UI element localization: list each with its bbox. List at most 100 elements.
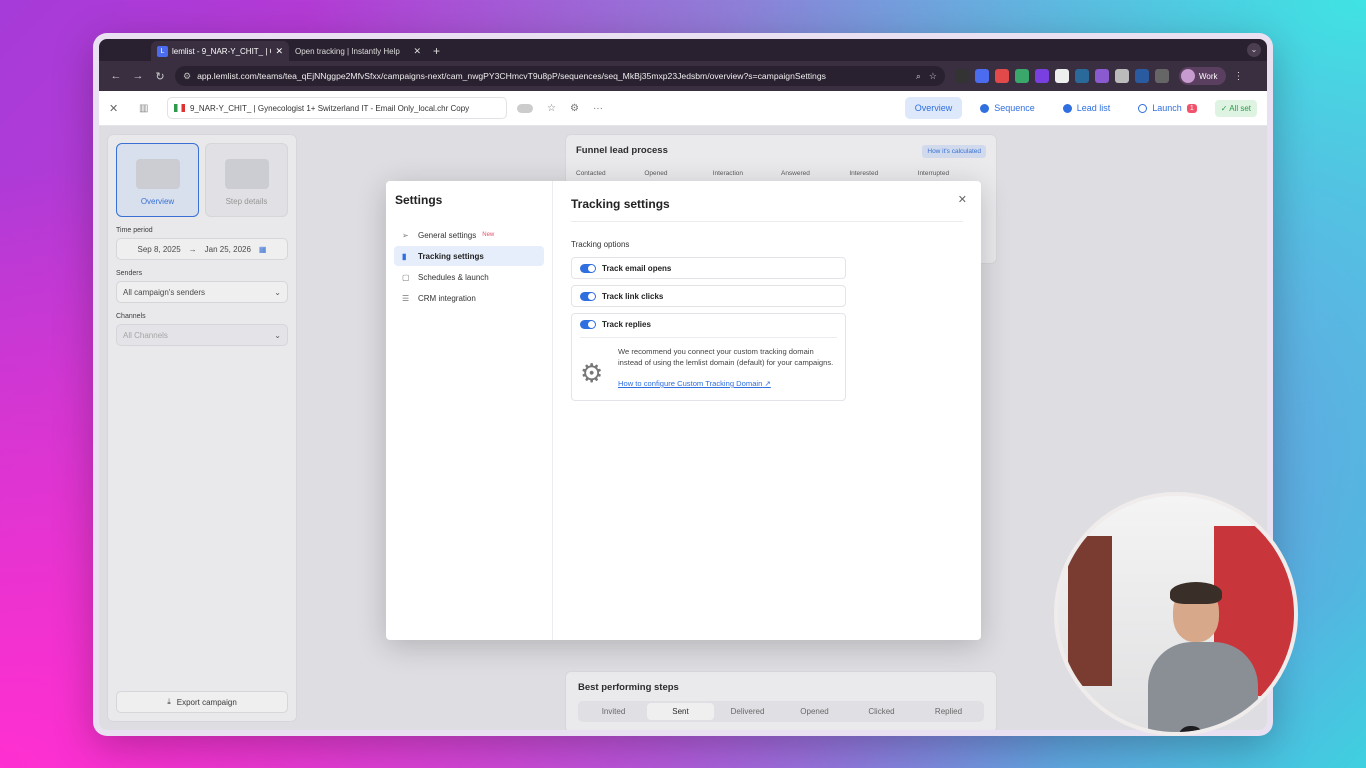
extension-circle-icon[interactable] — [1035, 69, 1049, 83]
recommendation: ⚙ We recommend you connect your custom t… — [580, 346, 837, 390]
nav-general-settings[interactable]: ➢ General settings New — [394, 225, 544, 245]
tab-launch[interactable]: Launch 1 — [1128, 97, 1206, 119]
settings-title: Settings — [395, 193, 443, 207]
avatar — [1181, 69, 1195, 83]
extension-new-icon[interactable] — [1015, 69, 1029, 83]
status-badge[interactable]: ✓ All set — [1214, 99, 1257, 117]
campaign-name: 9_NAR-Y_CHIT_ | Gynecologist 1+ Switzerl… — [190, 103, 470, 113]
close-icon[interactable]: ✕ — [109, 102, 129, 115]
campaign-nav: Overview Sequence Lead list Launch 1 ✓ A… — [904, 97, 1257, 119]
extension-a-icon[interactable] — [1075, 69, 1089, 83]
profile-label: Work — [1199, 71, 1218, 81]
back-arrow-icon[interactable]: ← — [105, 70, 127, 82]
tracking-settings-pane: Tracking settings ✕ Tracking options Tra… — [553, 181, 981, 640]
gear-icon[interactable]: ⚙ — [570, 103, 579, 114]
nav-label: CRM integration — [418, 293, 476, 303]
extension-pen-icon[interactable] — [955, 69, 969, 83]
track-replies-box: Track replies ⚙ We recommend you connect… — [571, 313, 846, 401]
track-link-clicks-row: Track link clicks — [571, 285, 846, 307]
nav-label: Tracking settings — [418, 251, 484, 261]
close-tab-icon[interactable]: ✕ — [275, 46, 283, 57]
star-icon[interactable]: ☆ — [547, 103, 556, 114]
new-tab-icon[interactable]: + — [433, 44, 440, 58]
tab-lead-list-label: Lead list — [1076, 103, 1111, 113]
browser-tab-instantly[interactable]: Open tracking | Instantly Help ✕ — [289, 41, 427, 61]
tab-sequence[interactable]: Sequence — [970, 97, 1045, 119]
campaign-name-field[interactable]: 9_NAR-Y_CHIT_ | Gynecologist 1+ Switzerl… — [167, 97, 507, 119]
url-text: app.lemlist.com/teams/tea_qEjNNggpe2MfvS… — [197, 71, 826, 81]
launch-count-badge: 1 — [1186, 103, 1197, 113]
extension-check-icon[interactable] — [1055, 69, 1069, 83]
campaign-toggle[interactable] — [517, 103, 533, 113]
nav-label: Schedules & launch — [418, 272, 489, 282]
recommendation-text: We recommend you connect your custom tra… — [618, 347, 834, 367]
link-label: How to configure Custom Tracking Domain — [618, 379, 763, 388]
webcam-overlay — [1054, 492, 1298, 736]
bookmark-star-icon[interactable]: ☆ — [929, 71, 937, 82]
extensions-area — [955, 69, 1169, 83]
webcam-person — [1148, 582, 1258, 732]
extension-lemlist-icon[interactable] — [975, 69, 989, 83]
tab-sequence-label: Sequence — [994, 103, 1035, 113]
italy-flag-icon — [174, 104, 185, 112]
database-icon: ☰ — [402, 293, 410, 303]
profile-button[interactable]: Work — [1179, 67, 1226, 85]
sidebar-toggle-icon[interactable]: ▥ — [139, 103, 159, 114]
check-circle-icon — [1062, 103, 1072, 113]
zoom-icon[interactable]: ⌕ — [916, 71, 921, 82]
option-label: Track replies — [602, 320, 651, 329]
track-email-opens-toggle[interactable] — [580, 263, 596, 273]
track-replies-toggle[interactable] — [580, 320, 596, 329]
track-link-clicks-toggle[interactable] — [580, 291, 596, 301]
external-link-icon: ↗ — [764, 379, 771, 388]
custom-domain-help-link[interactable]: How to configure Custom Tracking Domain … — [618, 378, 837, 389]
bar-chart-icon: ▮ — [402, 251, 407, 261]
track-email-opens-row: Track email opens — [571, 257, 846, 279]
tab-title: lemlist - 9_NAR-Y_CHIT_ | G — [172, 46, 272, 56]
send-icon: ➢ — [402, 230, 409, 240]
recommendation-body: We recommend you connect your custom tra… — [618, 346, 837, 390]
browser-tab-lemlist[interactable]: L lemlist - 9_NAR-Y_CHIT_ | G ✕ — [151, 41, 289, 61]
tab-strip: L lemlist - 9_NAR-Y_CHIT_ | G ✕ Open tra… — [99, 39, 1267, 61]
tracking-options-label: Tracking options — [571, 240, 630, 249]
lemlist-favicon-icon: L — [157, 45, 168, 57]
nav-schedules-launch[interactable]: ▢ Schedules & launch — [394, 267, 544, 287]
option-label: Track email opens — [602, 263, 672, 273]
calendar-icon: ▢ — [402, 272, 410, 282]
close-modal-icon[interactable]: ✕ — [958, 193, 967, 206]
more-icon[interactable]: ··· — [593, 103, 603, 114]
url-field[interactable]: ⚙ app.lemlist.com/teams/tea_qEjNNggpe2Mf… — [175, 66, 945, 86]
forward-arrow-icon[interactable]: → — [127, 70, 149, 82]
tab-overview[interactable]: Overview — [904, 97, 963, 119]
webcam-person-hair — [1170, 582, 1222, 604]
pane-heading: Tracking settings — [571, 197, 963, 222]
option-label: Track link clicks — [602, 291, 664, 301]
nav-label: General settings — [418, 230, 477, 240]
address-bar: ← → ↻ ⚙ app.lemlist.com/teams/tea_qEjNNg… — [99, 61, 1267, 91]
webcam-person-body — [1148, 642, 1258, 732]
webcam-door — [1068, 536, 1112, 686]
site-info-icon[interactable]: ⚙ — [183, 71, 191, 82]
tab-launch-label: Launch — [1152, 103, 1182, 113]
status-label: All set — [1229, 103, 1251, 113]
settings-sidebar: Settings ➢ General settings New ▮ Tracki… — [386, 181, 553, 640]
extensions-puzzle-icon[interactable] — [1155, 69, 1169, 83]
extension-card-icon[interactable] — [1135, 69, 1149, 83]
track-replies-row: Track replies — [580, 320, 837, 338]
extension-badge-icon[interactable] — [1095, 69, 1109, 83]
new-badge: New — [482, 232, 495, 238]
close-tab-icon[interactable]: ✕ — [413, 46, 421, 57]
reload-icon[interactable]: ↻ — [149, 70, 171, 83]
tab-title: Open tracking | Instantly Help — [295, 46, 400, 56]
tab-lead-list[interactable]: Lead list — [1053, 97, 1121, 119]
nav-crm-integration[interactable]: ☰ CRM integration — [394, 288, 544, 308]
gears-icon: ⚙ — [580, 358, 604, 388]
clock-icon — [1138, 103, 1148, 113]
check-circle-icon — [980, 103, 990, 113]
extension-pokeball-icon[interactable] — [995, 69, 1009, 83]
extension-square-icon[interactable] — [1115, 69, 1129, 83]
nav-tracking-settings[interactable]: ▮ Tracking settings — [394, 246, 544, 266]
tab-search-chevron-icon[interactable]: ⌄ — [1247, 43, 1261, 57]
browser-menu-icon[interactable]: ⋮ — [1234, 71, 1244, 82]
app-header: ✕ ▥ 9_NAR-Y_CHIT_ | Gynecologist 1+ Swit… — [99, 91, 1267, 126]
